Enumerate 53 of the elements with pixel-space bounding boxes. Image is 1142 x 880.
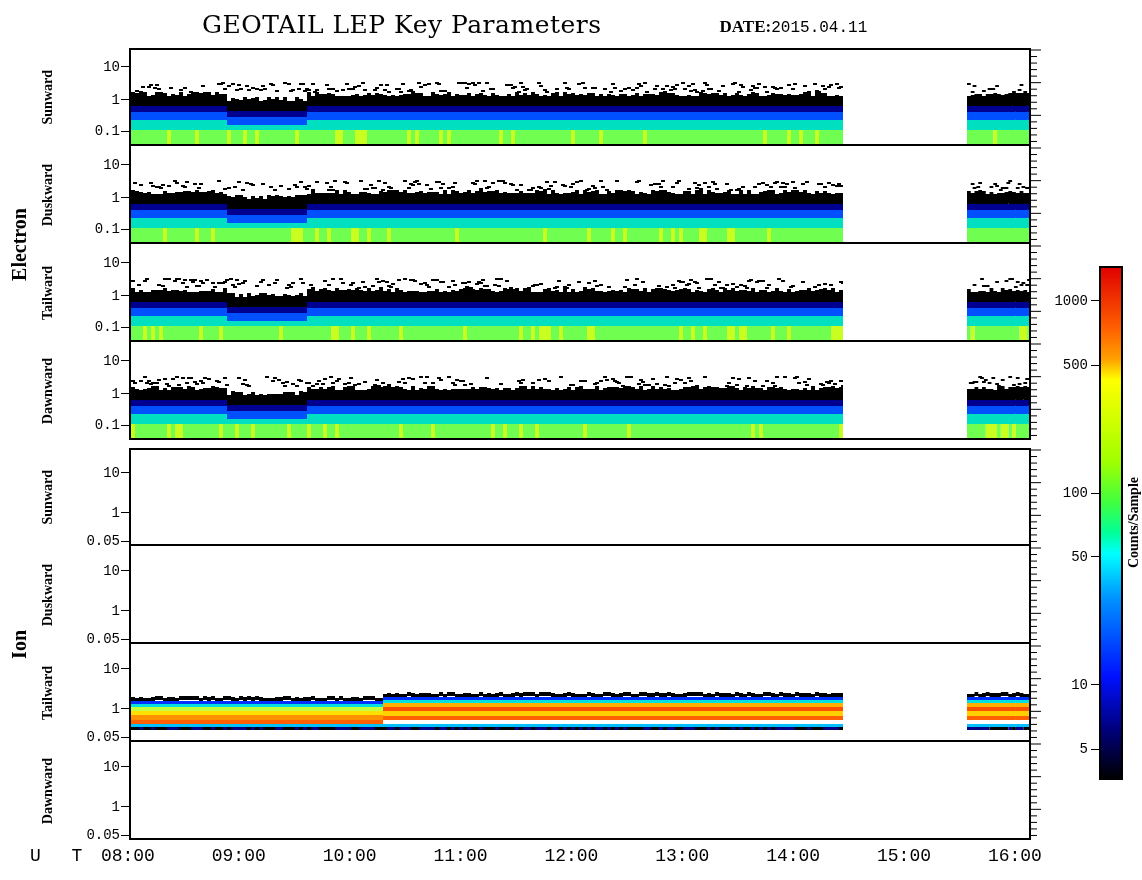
- y-tick-label: 0.05: [86, 533, 120, 550]
- species-label: Electron: [7, 207, 31, 281]
- x-tick-label: 09:00: [210, 846, 267, 866]
- colorbar-label: Counts/Sample: [1126, 477, 1142, 569]
- colorbar-tick-label: 50: [1071, 548, 1088, 565]
- y-tick-label: 10: [103, 352, 120, 369]
- date-label: DATE:2015.04.11: [719, 17, 868, 37]
- y-tick-label: 1: [111, 700, 120, 717]
- direction-label: Tailward: [40, 266, 56, 320]
- colorbar-tick-label: 10: [1071, 676, 1088, 693]
- x-tick-label: 16:00: [986, 846, 1043, 866]
- x-tick-label: 13:00: [654, 846, 711, 866]
- y-tick-label: 0.05: [86, 729, 120, 746]
- y-tick-label: 1: [111, 385, 120, 402]
- x-tick-label: 11:00: [432, 846, 489, 866]
- y-tick-label: 0.1: [94, 319, 120, 336]
- colorbar-tick-label: 100: [1062, 485, 1088, 502]
- direction-label: Sunward: [40, 69, 56, 125]
- y-tick-label: 1: [111, 602, 120, 619]
- x-tick-label: 08:00: [99, 846, 156, 866]
- y-tick-label: 10: [103, 464, 120, 481]
- direction-label: Duskward: [40, 163, 56, 227]
- x-tick-label: 14:00: [765, 846, 822, 866]
- x-tick-label: 12:00: [543, 846, 600, 866]
- y-tick-label: 1: [111, 504, 120, 521]
- x-tick-label: 15:00: [876, 846, 933, 866]
- direction-label: Sunward: [40, 469, 56, 525]
- colorbar-tick-label: 1000: [1054, 292, 1088, 309]
- y-tick-label: 1: [111, 189, 120, 206]
- y-tick-label: 1: [111, 798, 120, 815]
- y-tick-label: 10: [103, 254, 120, 271]
- direction-label: Dawnward: [40, 757, 56, 825]
- time-axis-label: U T: [29, 846, 94, 866]
- colorbar-tick-label: 5: [1079, 741, 1088, 758]
- y-tick-label: 10: [103, 58, 120, 75]
- y-tick-label: 0.1: [94, 123, 120, 140]
- plot-title: GEOTAIL LEP Key Parameters: [202, 9, 602, 39]
- y-tick-label: 0.1: [94, 221, 120, 238]
- species-label: Ion: [7, 629, 31, 659]
- y-tick-label: 10: [103, 758, 120, 775]
- colorbar-tick-label: 500: [1062, 357, 1088, 374]
- y-tick-label: 1: [111, 91, 120, 108]
- y-tick-label: 1: [111, 287, 120, 304]
- direction-label: Dawnward: [40, 357, 56, 425]
- direction-label: Duskward: [40, 563, 56, 627]
- y-tick-label: 0.05: [86, 631, 120, 648]
- y-tick-label: 10: [103, 562, 120, 579]
- y-tick-label: 0.1: [94, 417, 120, 434]
- y-tick-label: 0.05: [86, 827, 120, 844]
- x-tick-label: 10:00: [321, 846, 378, 866]
- y-tick-label: 10: [103, 660, 120, 677]
- direction-label: Tailward: [40, 666, 56, 720]
- y-tick-label: 10: [103, 156, 120, 173]
